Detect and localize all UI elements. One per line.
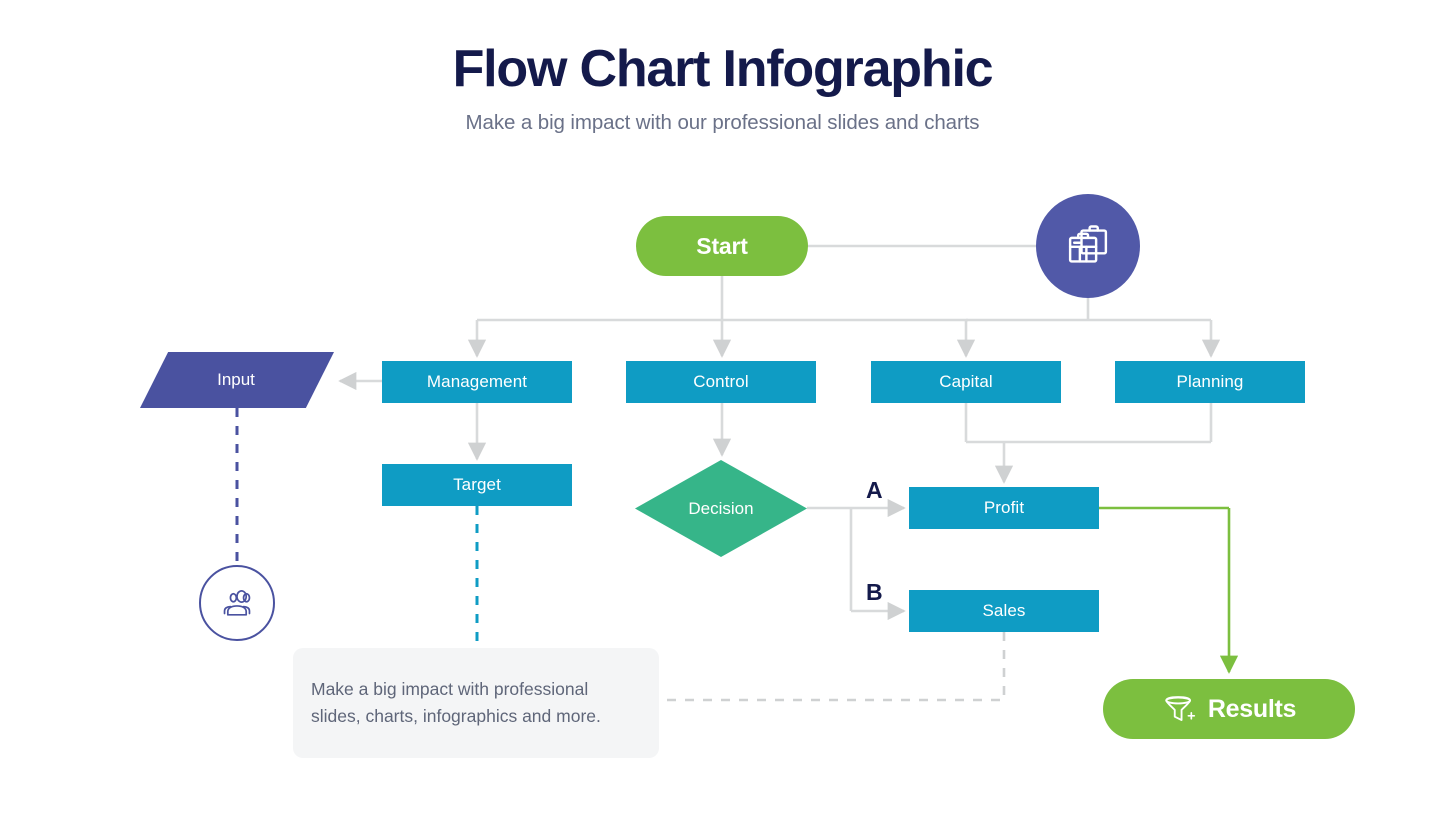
funnel-plus-icon	[1165, 696, 1196, 721]
branch-label-a: A	[866, 477, 883, 503]
node-decision-label: Decision	[688, 498, 754, 518]
node-start[interactable]: Start	[636, 216, 808, 276]
node-sales[interactable]: Sales	[909, 590, 1099, 632]
node-management-label: Management	[426, 372, 528, 391]
briefcase-badge[interactable]	[1036, 194, 1140, 298]
note-text: Make a big impact with professional slid…	[311, 679, 601, 727]
node-target[interactable]: Target	[382, 464, 572, 506]
node-input-label: Input	[217, 370, 255, 389]
node-management[interactable]: Management	[382, 361, 572, 403]
node-profit[interactable]: Profit	[909, 487, 1099, 529]
node-decision[interactable]: Decision	[635, 460, 807, 557]
people-badge[interactable]	[199, 565, 275, 641]
node-start-label: Start	[696, 232, 748, 259]
node-planning-label: Planning	[1176, 372, 1244, 391]
node-target-label: Target	[453, 475, 501, 494]
infographic-canvas: Flow Chart Infographic Make a big impact…	[0, 0, 1445, 814]
node-control[interactable]: Control	[626, 361, 816, 403]
header: Flow Chart Infographic Make a big impact…	[0, 42, 1445, 135]
page-title: Flow Chart Infographic	[452, 40, 994, 98]
node-input[interactable]: Input	[140, 352, 334, 408]
briefcase-icon	[1068, 225, 1108, 263]
wire-sales-to-note-dashed	[659, 632, 1006, 702]
node-control-label: Control	[693, 372, 749, 391]
branch-label-b: B	[866, 579, 883, 605]
node-sales-label: Sales	[982, 601, 1026, 620]
node-results[interactable]: Results	[1103, 679, 1355, 739]
node-results-label: Results	[1207, 694, 1297, 723]
page-subtitle: Make a big impact with our professional …	[465, 110, 980, 134]
note-card: Make a big impact with professional slid…	[293, 648, 659, 758]
node-capital-label: Capital	[939, 372, 993, 391]
people-group-icon	[223, 590, 251, 616]
node-capital[interactable]: Capital	[871, 361, 1061, 403]
node-planning[interactable]: Planning	[1115, 361, 1305, 403]
node-profit-label: Profit	[983, 498, 1025, 517]
